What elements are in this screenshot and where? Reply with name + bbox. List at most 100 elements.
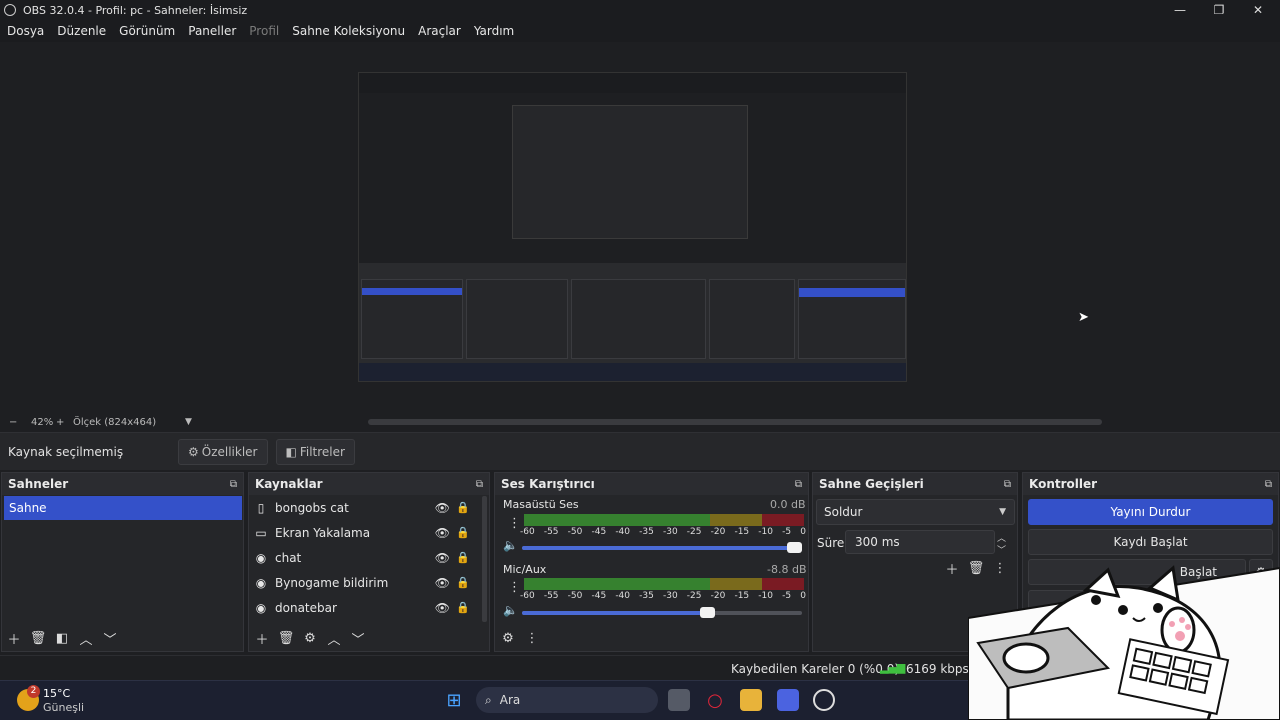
menu-scene-collection[interactable]: Sahne Koleksiyonu: [292, 24, 405, 38]
globe-icon: ◉: [255, 575, 267, 590]
move-up-icon[interactable]: ︿: [74, 627, 98, 649]
undock-icon[interactable]: ⧉: [1004, 479, 1011, 490]
add-source-button[interactable]: ＋: [250, 627, 274, 649]
lock-icon[interactable]: 🔒: [456, 551, 470, 564]
file-icon: ▯: [257, 500, 265, 515]
scene-label: Sahne: [9, 501, 47, 515]
scene-list-item[interactable]: Sahne: [4, 496, 242, 520]
zoom-out-button[interactable]: −: [9, 417, 31, 428]
filters-button[interactable]: ◧ Filtreler: [275, 438, 355, 465]
visibility-eye-icon[interactable]: 👁: [435, 501, 450, 515]
source-item[interactable]: ◉ donatebar 👁 🔒: [254, 595, 478, 620]
undock-icon[interactable]: ⧉: [1265, 479, 1272, 490]
meter-tick-label: -5: [782, 591, 792, 601]
move-down-icon[interactable]: ﹀: [346, 627, 370, 649]
undock-icon[interactable]: ⧉: [476, 479, 483, 490]
add-transition-button[interactable]: ＋: [940, 557, 964, 579]
source-item[interactable]: ◉ chat 👁 🔒: [254, 545, 478, 570]
notification-badge: 2: [27, 685, 40, 698]
menu-docks[interactable]: Paneller: [188, 24, 236, 38]
controls-title: Kontroller: [1029, 477, 1098, 491]
menu-edit[interactable]: Düzenle: [57, 24, 106, 38]
transition-select[interactable]: Soldur ▼: [816, 499, 1015, 525]
mixer-footer: ⚙ ⋮: [496, 626, 544, 650]
source-item[interactable]: ◉ Bynogame bildirim 👁 🔒: [254, 570, 478, 595]
visibility-eye-icon[interactable]: 👁: [435, 576, 450, 590]
maximize-button[interactable]: ❐: [1199, 0, 1239, 20]
meter-tick-label: -15: [734, 527, 750, 537]
obs-logo-icon: [4, 4, 16, 16]
add-scene-button[interactable]: ＋: [2, 627, 26, 649]
lock-icon[interactable]: 🔒: [456, 526, 470, 539]
sources-scrollbar[interactable]: [482, 496, 487, 622]
undock-icon[interactable]: ⧉: [230, 479, 237, 490]
bitrate: 6169 kbps: [906, 662, 969, 676]
move-down-icon[interactable]: ﹀: [98, 627, 122, 649]
remove-scene-icon[interactable]: 🗑: [26, 627, 50, 649]
microsoft-365-icon[interactable]: [777, 689, 799, 711]
remove-source-icon[interactable]: 🗑: [274, 627, 298, 649]
visibility-eye-icon[interactable]: 👁: [435, 601, 450, 615]
meter-tick-label: -25: [686, 527, 702, 537]
mouse-cursor-icon: ➤: [1078, 310, 1089, 325]
close-button[interactable]: ✕: [1238, 0, 1278, 20]
menu-file[interactable]: Dosya: [7, 24, 44, 38]
task-view-icon[interactable]: [668, 689, 690, 711]
menu-tools[interactable]: Araçlar: [418, 24, 461, 38]
audio-meter: [524, 514, 804, 526]
scale-dropdown-icon[interactable]: ▼: [185, 417, 192, 427]
properties-label: Özellikler: [201, 444, 258, 459]
source-item[interactable]: ▭ Ekran Yakalama 👁 🔒: [254, 520, 478, 545]
source-toolbar: Kaynak seçilmemiş ⚙ Özellikler ◧ Filtrel…: [0, 432, 1280, 470]
move-up-icon[interactable]: ︿: [322, 627, 346, 649]
advanced-audio-gear-icon[interactable]: ⚙: [496, 627, 520, 649]
chevron-down-icon: ▼: [999, 507, 1006, 517]
source-name: bongobs cat: [275, 500, 349, 515]
meter-tick-label: -30: [662, 527, 678, 537]
source-settings-gear-icon[interactable]: ⚙: [298, 627, 322, 649]
opera-browser-icon[interactable]: ○: [704, 689, 726, 711]
undock-icon[interactable]: ⧉: [795, 479, 802, 490]
meter-tick-label: -40: [615, 527, 631, 537]
minimize-button[interactable]: —: [1160, 0, 1200, 20]
volume-slider[interactable]: [522, 542, 802, 553]
lock-icon[interactable]: 🔒: [456, 501, 470, 514]
meter-tick-label: -50: [567, 527, 583, 537]
connection-bars-icon: ▂▄▆: [880, 661, 906, 674]
meter-tick-label: -55: [543, 527, 559, 537]
lock-icon[interactable]: 🔒: [456, 576, 470, 589]
scene-filters-icon[interactable]: ◧: [50, 627, 74, 649]
lock-icon[interactable]: 🔒: [456, 601, 470, 614]
meter-tick-label: -10: [758, 527, 773, 537]
obs-taskbar-icon[interactable]: [813, 689, 835, 711]
visibility-eye-icon[interactable]: 👁: [435, 526, 450, 540]
scale-label: Ölçek (824x464): [73, 416, 157, 428]
horizontal-scrollbar[interactable]: [368, 419, 1102, 425]
meter-tick-label: -35: [639, 527, 654, 537]
mixer-menu-icon[interactable]: ⋮: [520, 627, 544, 649]
title-bar: OBS 32.0.4 - Profil: pc - Sahneler: İsim…: [0, 0, 1280, 20]
menu-view[interactable]: Görünüm: [119, 24, 175, 38]
taskbar-search[interactable]: ⌕ Ara: [476, 687, 658, 713]
menu-profile[interactable]: Profil: [249, 24, 279, 38]
meter-scale: -60 -55 -50 -45 -40 -35 -30 -25 -20 -15 -10 -5 0: [520, 591, 806, 601]
zoom-in-button[interactable]: +: [56, 417, 73, 428]
window-title: OBS 32.0.4 - Profil: pc - Sahneler: İsim…: [23, 3, 248, 17]
file-explorer-icon[interactable]: [740, 689, 762, 711]
meter-tick-label: -15: [734, 591, 750, 601]
meter-tick-label: -35: [639, 591, 654, 601]
properties-button[interactable]: ⚙ Özellikler: [178, 438, 268, 465]
meter-tick-label: -55: [543, 591, 559, 601]
channel-name: Mic/Aux: [503, 563, 547, 576]
windows-start-icon[interactable]: ⊞: [443, 689, 465, 711]
volume-slider[interactable]: [522, 607, 802, 618]
speaker-icon[interactable]: 🔈: [503, 603, 518, 617]
transition-value: Soldur: [824, 505, 863, 519]
visibility-eye-icon[interactable]: 👁: [435, 551, 450, 565]
menu-help[interactable]: Yardım: [474, 24, 514, 38]
audio-meter: [524, 578, 804, 590]
transitions-title: Sahne Geçişleri: [819, 477, 924, 491]
stop-stream-button[interactable]: Yayını Durdur: [1028, 499, 1273, 525]
speaker-icon[interactable]: 🔈: [503, 538, 518, 552]
source-item[interactable]: ▯ bongobs cat 👁 🔒: [254, 495, 478, 520]
